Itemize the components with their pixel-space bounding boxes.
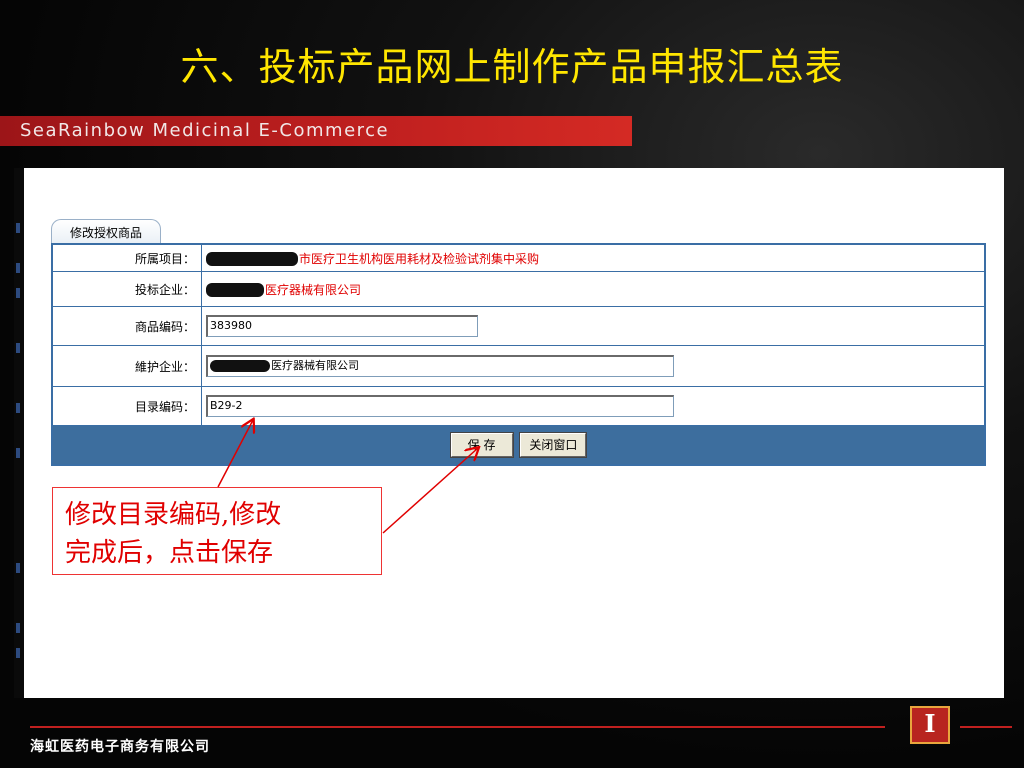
project-value: 市医疗卫生机构医用耗材及检验试剂集中采购: [299, 251, 540, 266]
catalog-code-label: 目录编码：: [51, 386, 202, 426]
product-code-label: 商品编码：: [51, 306, 202, 346]
form-row-project: 所属项目： 市医疗卫生机构医用耗材及检验试剂集中采购: [51, 243, 986, 272]
project-label: 所属项目：: [51, 243, 202, 272]
catalog-code-cell: B29-2: [201, 386, 986, 426]
footer-company-name: 海虹医药电子商务有限公司: [30, 739, 210, 755]
tab-edit-authorized-product[interactable]: 修改授权商品: [51, 219, 161, 243]
redacted-block: [206, 252, 298, 266]
form-row-product-code: 商品编码： 383980: [51, 306, 986, 346]
slide: 六、投标产品网上制作产品申报汇总表 SeaRainbow Medicinal E…: [0, 0, 1024, 768]
maintainer-cell: 医疗器械有限公司: [201, 345, 986, 387]
edit-form-table: 所属项目： 市医疗卫生机构医用耗材及检验试剂集中采购 投标企业： 医疗器械有限公…: [51, 243, 986, 466]
action-cell: 保 存 关闭窗口: [51, 425, 986, 466]
form-row-bidder: 投标企业： 医疗器械有限公司: [51, 271, 986, 307]
annotation-line-1: 修改目录编码,修改: [65, 500, 282, 530]
bidder-value: 医疗器械有限公司: [265, 282, 362, 297]
product-code-cell: 383980: [201, 306, 986, 346]
form-row-catalog-code: 目录编码： B29-2: [51, 386, 986, 426]
left-edge-strip: [14, 168, 24, 698]
brand-banner: SeaRainbow Medicinal E-Commerce: [0, 116, 632, 146]
close-window-button[interactable]: 关闭窗口: [519, 432, 588, 458]
form-window: 修改授权商品 所属项目： 市医疗卫生机构医用耗材及检验试剂集中采购 投标企业： …: [24, 168, 1004, 698]
company-logo: I: [910, 706, 950, 744]
maintainer-input[interactable]: 医疗器械有限公司: [206, 355, 674, 377]
redacted-block: [206, 283, 264, 297]
product-code-input[interactable]: 383980: [206, 315, 478, 337]
catalog-code-input[interactable]: B29-2: [206, 395, 674, 417]
footer-divider-right: [960, 726, 1012, 728]
form-row-maintainer: 維护企业： 医疗器械有限公司: [51, 345, 986, 387]
annotation-line-2: 完成后，点击保存: [65, 538, 274, 568]
bidder-label: 投标企业：: [51, 271, 202, 307]
form-action-row: 保 存 关闭窗口: [51, 425, 986, 466]
annotation-callout: 修改目录编码,修改 完成后，点击保存: [52, 487, 382, 575]
bidder-value-cell: 医疗器械有限公司: [201, 271, 986, 307]
redacted-block: [210, 360, 270, 372]
footer-divider: [30, 726, 885, 728]
maintainer-label: 維护企业：: [51, 345, 202, 387]
slide-title: 六、投标产品网上制作产品申报汇总表: [180, 45, 844, 89]
project-value-cell: 市医疗卫生机构医用耗材及检验试剂集中采购: [201, 243, 986, 272]
maintainer-value: 医疗器械有限公司: [271, 359, 359, 372]
save-button[interactable]: 保 存: [449, 432, 514, 458]
